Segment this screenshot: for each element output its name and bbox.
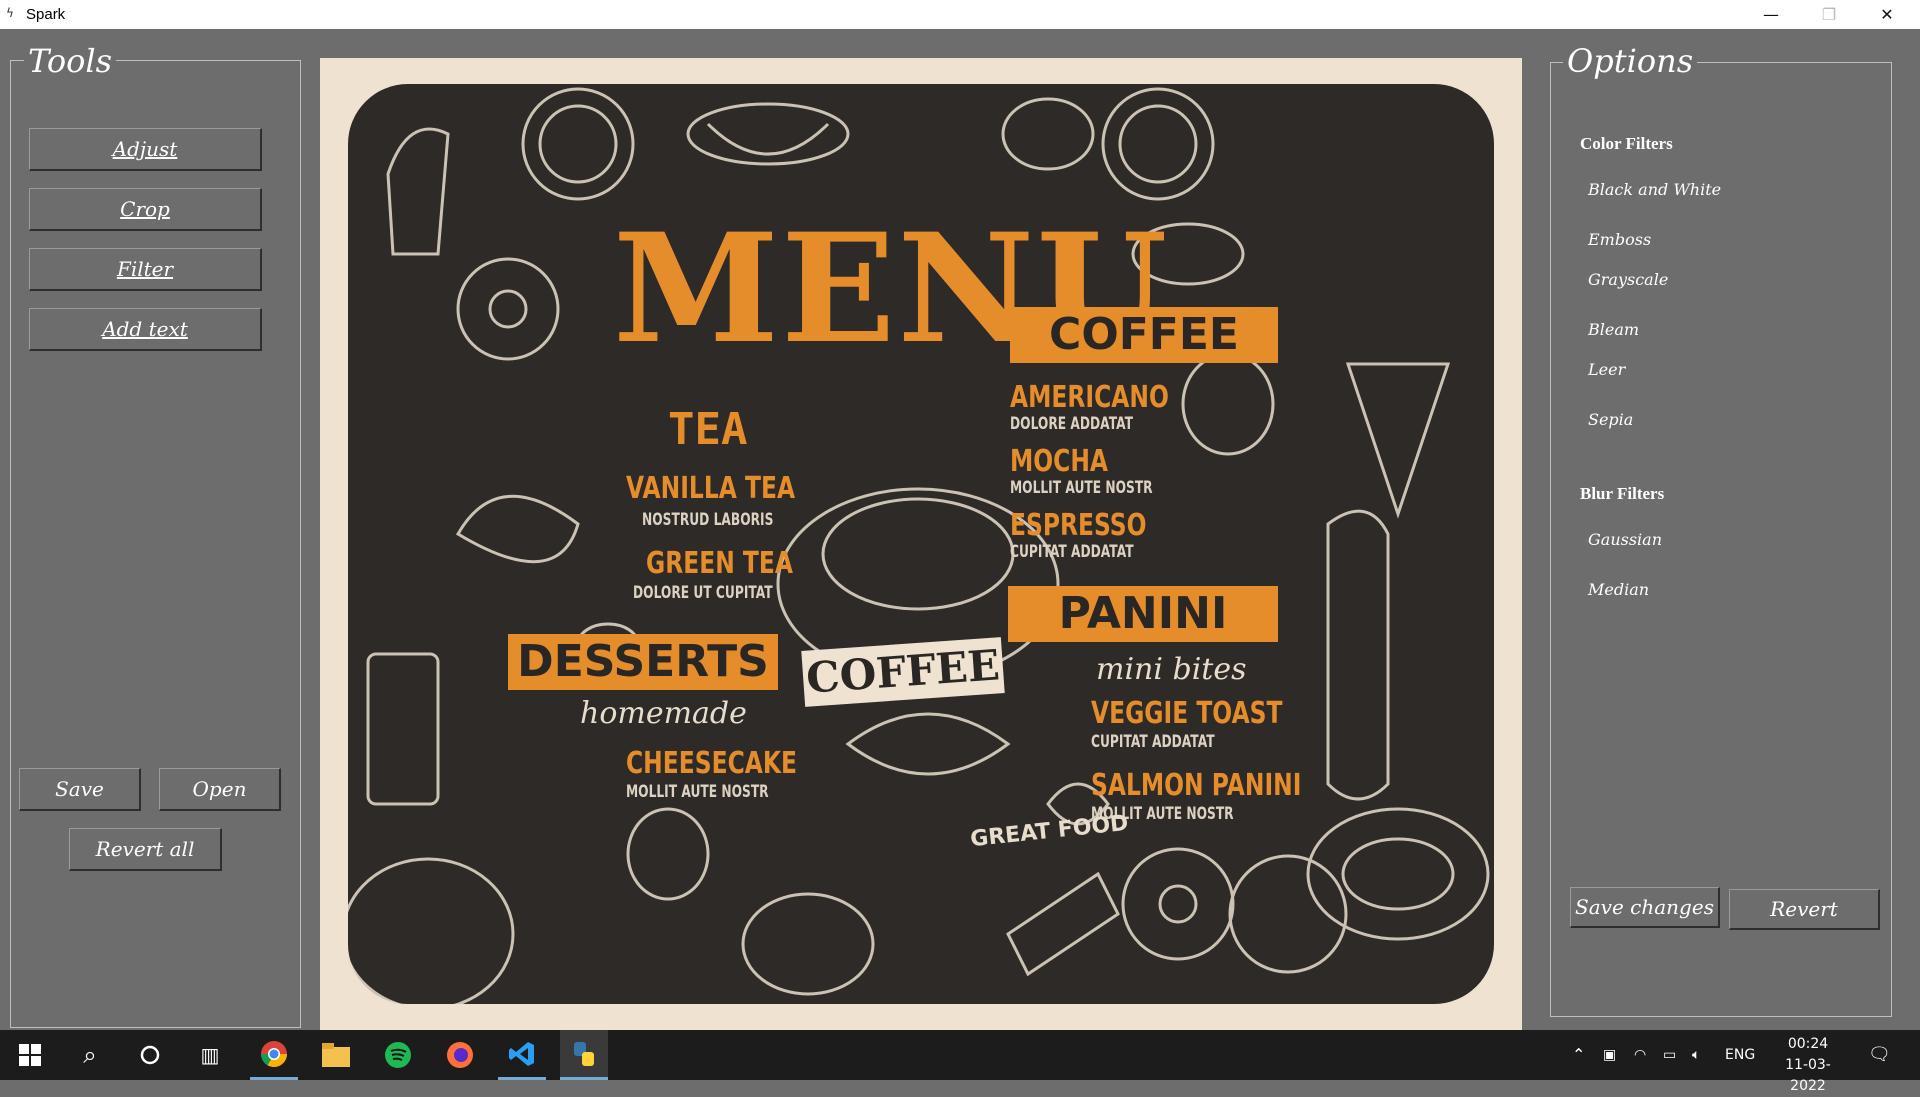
coffee-item-desc: MOLLIT AUTE NOSTR (1010, 478, 1153, 498)
coffee-item-name: MOCHA (1010, 444, 1109, 479)
filter-median[interactable]: Median (1588, 580, 1649, 599)
tea-item-desc: DOLORE UT CUPITAT (633, 583, 773, 603)
tea-item-name: VANILLA TEA (626, 471, 796, 506)
menu-board: MENU TEA VANILLA TEA NOSTRUD LABORIS GRE… (348, 84, 1494, 1004)
filter-bleam[interactable]: Bleam (1588, 320, 1639, 339)
minimize-icon[interactable]: — (1742, 0, 1800, 29)
task-view-icon[interactable]: ▥ (186, 1030, 234, 1080)
image-canvas[interactable]: MENU TEA VANILLA TEA NOSTRUD LABORIS GRE… (320, 58, 1522, 1030)
save-button[interactable]: Save (19, 768, 141, 811)
coffee-item-name: AMERICANO (1010, 380, 1169, 415)
firefox-icon[interactable] (436, 1030, 484, 1080)
filter-leer[interactable]: Leer (1588, 360, 1625, 379)
network-icon[interactable]: ◠ (1634, 1030, 1646, 1080)
panini-item-name: VEGGIE TOAST (1091, 696, 1283, 731)
mini-bites-label: mini bites (1096, 652, 1247, 687)
maximize-icon[interactable]: ❐ (1800, 0, 1858, 29)
python-app-icon[interactable] (560, 1030, 608, 1080)
tea-item-desc: NOSTRUD LABORIS (642, 510, 774, 530)
notification-icon[interactable]: 🗨︎ (1868, 1030, 1891, 1080)
options-legend: Options (1563, 42, 1698, 80)
language-indicator[interactable]: ENG (1725, 1030, 1755, 1080)
spotify-icon[interactable] (374, 1030, 422, 1080)
filter-sepia[interactable]: Sepia (1588, 410, 1633, 429)
clock-date: 11-03-2022 (1785, 1057, 1831, 1094)
add-text-button[interactable]: Add text (29, 308, 262, 351)
revert-all-button[interactable]: Revert all (69, 828, 222, 871)
dessert-item-name: CHEESECAKE (626, 746, 797, 781)
panini-banner: PANINI (1008, 586, 1278, 642)
crop-button[interactable]: Crop (29, 188, 262, 231)
filter-gaussian[interactable]: Gaussian (1588, 530, 1662, 549)
open-button[interactable]: Open (159, 768, 281, 811)
coffee-ribbon-text: COFFEE (804, 640, 1002, 703)
panini-item-desc: CUPITAT ADDATAT (1091, 732, 1215, 752)
tea-item-name: GREEN TEA (646, 546, 793, 581)
adjust-button[interactable]: Adjust (29, 128, 262, 171)
device-icon[interactable]: ▣ (1603, 1030, 1616, 1080)
clock-time: 00:24 (1787, 1036, 1829, 1052)
vscode-icon[interactable] (498, 1030, 546, 1080)
homemade-label: homemade (580, 696, 747, 731)
taskbar: ⌕ ▥ ⌃ ▣ ◠ ▭ 🔈︎ ENG 00:24 11-03-2022 🗨︎ (0, 1030, 1920, 1094)
blur-filters-label: Blur Filters (1580, 484, 1665, 503)
cortana-icon[interactable] (126, 1030, 174, 1080)
window-title: Spark (26, 6, 66, 23)
color-filters-label: Color Filters (1580, 134, 1673, 153)
filter-grayscale[interactable]: Grayscale (1588, 270, 1668, 289)
close-icon[interactable]: ✕ (1858, 0, 1916, 29)
filter-black-and-white[interactable]: Black and White (1588, 180, 1721, 199)
volume-icon[interactable]: 🔈︎ (1692, 1030, 1700, 1080)
title-bar: ϟ Spark — ❐ ✕ (0, 0, 1920, 29)
coffee-item-desc: DOLORE ADDATAT (1010, 414, 1133, 434)
chevron-up-icon[interactable]: ⌃ (1572, 1030, 1585, 1080)
chrome-icon[interactable] (250, 1030, 298, 1080)
file-explorer-icon[interactable] (312, 1030, 360, 1080)
revert-button[interactable]: Revert (1729, 889, 1880, 930)
battery-icon[interactable]: ▭ (1663, 1030, 1676, 1080)
coffee-item-name: ESPRESSO (1010, 508, 1147, 543)
panini-item-name: SALMON PANINI (1091, 768, 1302, 803)
clock[interactable]: 00:24 11-03-2022 (1768, 1034, 1848, 1097)
filter-button[interactable]: Filter (29, 248, 262, 291)
save-changes-button[interactable]: Save changes (1570, 887, 1720, 928)
coffee-item-desc: CUPITAT ADDATAT (1010, 542, 1134, 562)
tea-heading: TEA (668, 404, 748, 455)
windows-start-icon[interactable] (6, 1030, 54, 1080)
spark-icon: ϟ (6, 6, 14, 20)
coffee-banner: COFFEE (1010, 307, 1278, 363)
desserts-banner: DESSERTS (508, 634, 778, 690)
tools-legend: Tools (24, 42, 117, 80)
dessert-item-desc: MOLLIT AUTE NOSTR (626, 782, 769, 802)
search-icon[interactable]: ⌕ (66, 1030, 114, 1080)
filter-emboss[interactable]: Emboss (1588, 230, 1651, 249)
